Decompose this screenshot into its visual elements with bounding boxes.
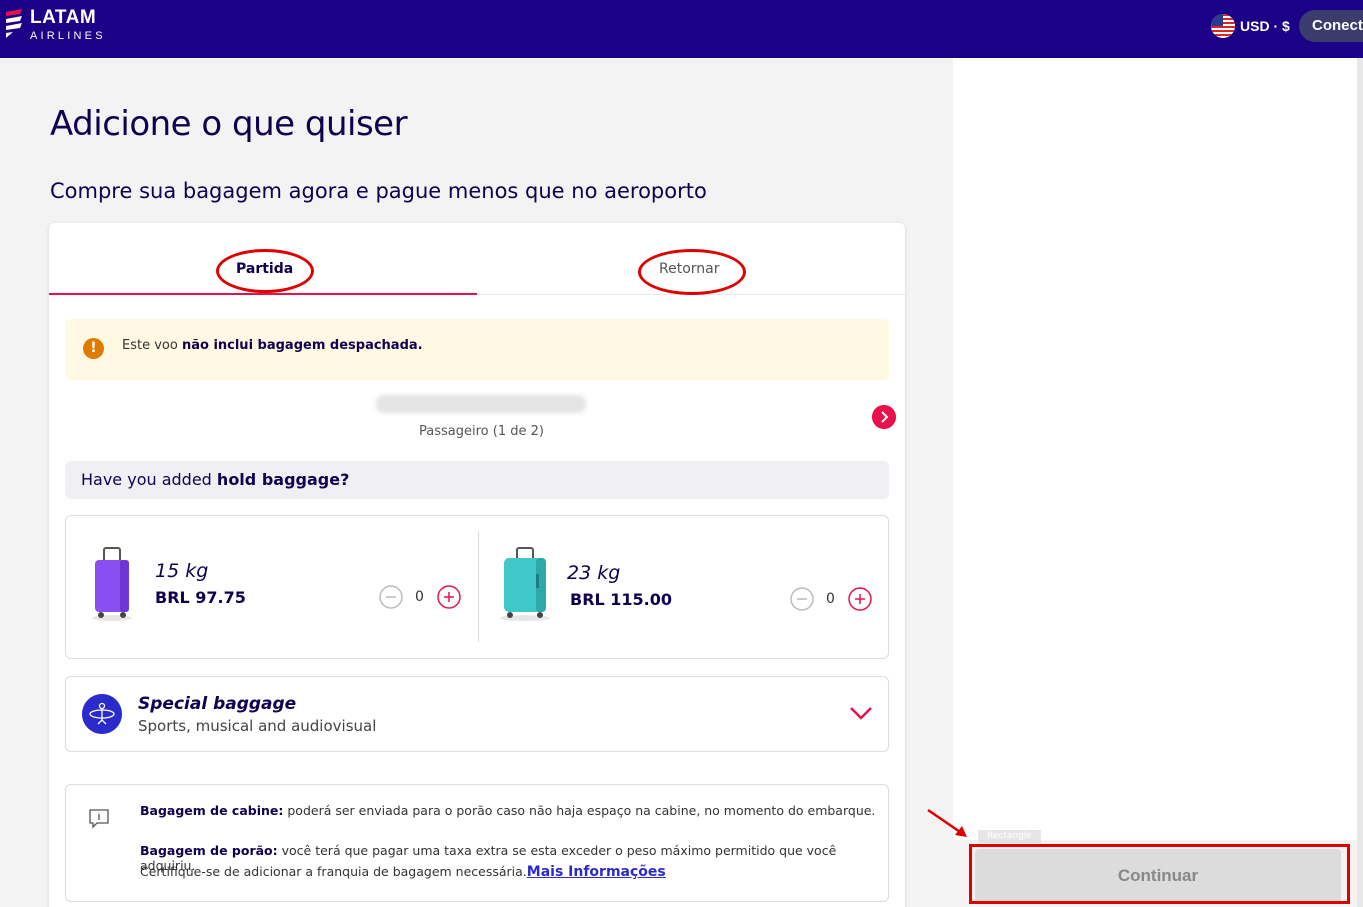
more-info-link[interactable]: Mais Informações: [527, 864, 666, 880]
chevron-down-icon[interactable]: [848, 703, 874, 723]
logo-sub-text: AIRLINES: [30, 30, 106, 42]
hold-baggage-question: Have you added hold baggage?: [65, 461, 889, 499]
quantity-15kg: 0: [415, 589, 424, 605]
latam-logo-icon: [6, 9, 22, 38]
quantity-23kg: 0: [826, 591, 835, 607]
decrement-23kg-button[interactable]: [790, 587, 814, 611]
baggage-card: Partida Retornar ! Este voo não inclui b…: [49, 223, 905, 907]
hold-baggage-info-2: Certifique-se de adicionar a franquia de…: [140, 864, 666, 880]
currency-selector[interactable]: USD · $: [1211, 14, 1290, 38]
bag-price-23kg: BRL 115.00: [570, 590, 673, 609]
currency-label: USD · $: [1240, 18, 1290, 34]
next-passenger-chevron-icon[interactable]: [872, 405, 896, 429]
baggage-info-box: Bagagem de cabine: poderá ser enviada pa…: [65, 784, 889, 902]
info-message-icon: [89, 809, 109, 829]
flight-tabs: Partida Retornar: [49, 223, 905, 295]
summary-panel: [953, 58, 1357, 840]
cabin-baggage-info: Bagagem de cabine: poderá ser enviada pa…: [140, 803, 876, 818]
bag-weight-23kg: 23 kg: [567, 562, 621, 584]
logo-main-text: LATAM: [30, 7, 97, 28]
page-subtitle: Compre sua bagagem agora e pague menos q…: [50, 179, 707, 203]
decrement-15kg-button[interactable]: [379, 585, 403, 609]
special-baggage-title: Special baggage: [138, 694, 297, 714]
latam-logo[interactable]: LATAM AIRLINES: [4, 8, 106, 42]
special-baggage-subtitle: Sports, musical and audiovisual: [138, 717, 377, 735]
bag-weight-15kg: 15 kg: [155, 560, 209, 582]
teal-suitcase-icon: [500, 547, 550, 621]
purple-suitcase-icon: [92, 547, 132, 621]
alert-text: Este voo não inclui bagagem despachada.: [122, 338, 423, 353]
annotation-ellipse-retornar: [638, 249, 746, 295]
scrollbar[interactable]: [1357, 58, 1363, 907]
bag-price-15kg: BRL 97.75: [155, 588, 246, 607]
no-checked-baggage-alert: ! Este voo não inclui bagagem despachada…: [65, 319, 889, 380]
passenger-name-blurred: [376, 395, 586, 413]
annotation-ellipse-partida: [216, 249, 314, 293]
rectangle-tooltip: Rectangle: [978, 830, 1041, 843]
page-title: Adicione o que quiser: [50, 104, 408, 144]
active-tab-indicator: [49, 293, 477, 295]
surfboard-icon: [82, 694, 122, 734]
increment-15kg-button[interactable]: [437, 585, 461, 609]
annotation-arrow-icon: [927, 808, 967, 837]
passenger-counter: Passageiro (1 de 2): [419, 424, 544, 439]
increment-23kg-button[interactable]: [848, 587, 872, 611]
warning-icon: !: [83, 338, 104, 359]
connect-button[interactable]: Conecte: [1299, 10, 1363, 42]
baggage-options: 15 kg BRL 97.75 0 23 kg BRL 115.00 0: [65, 515, 889, 659]
bag-divider: [478, 532, 479, 642]
us-flag-icon: [1211, 14, 1235, 38]
special-baggage-accordion[interactable]: Special baggage Sports, musical and audi…: [65, 676, 889, 752]
annotation-rectangle: [969, 844, 1350, 904]
top-navigation-bar: LATAM AIRLINES USD · $ Conecte: [0, 0, 1363, 58]
